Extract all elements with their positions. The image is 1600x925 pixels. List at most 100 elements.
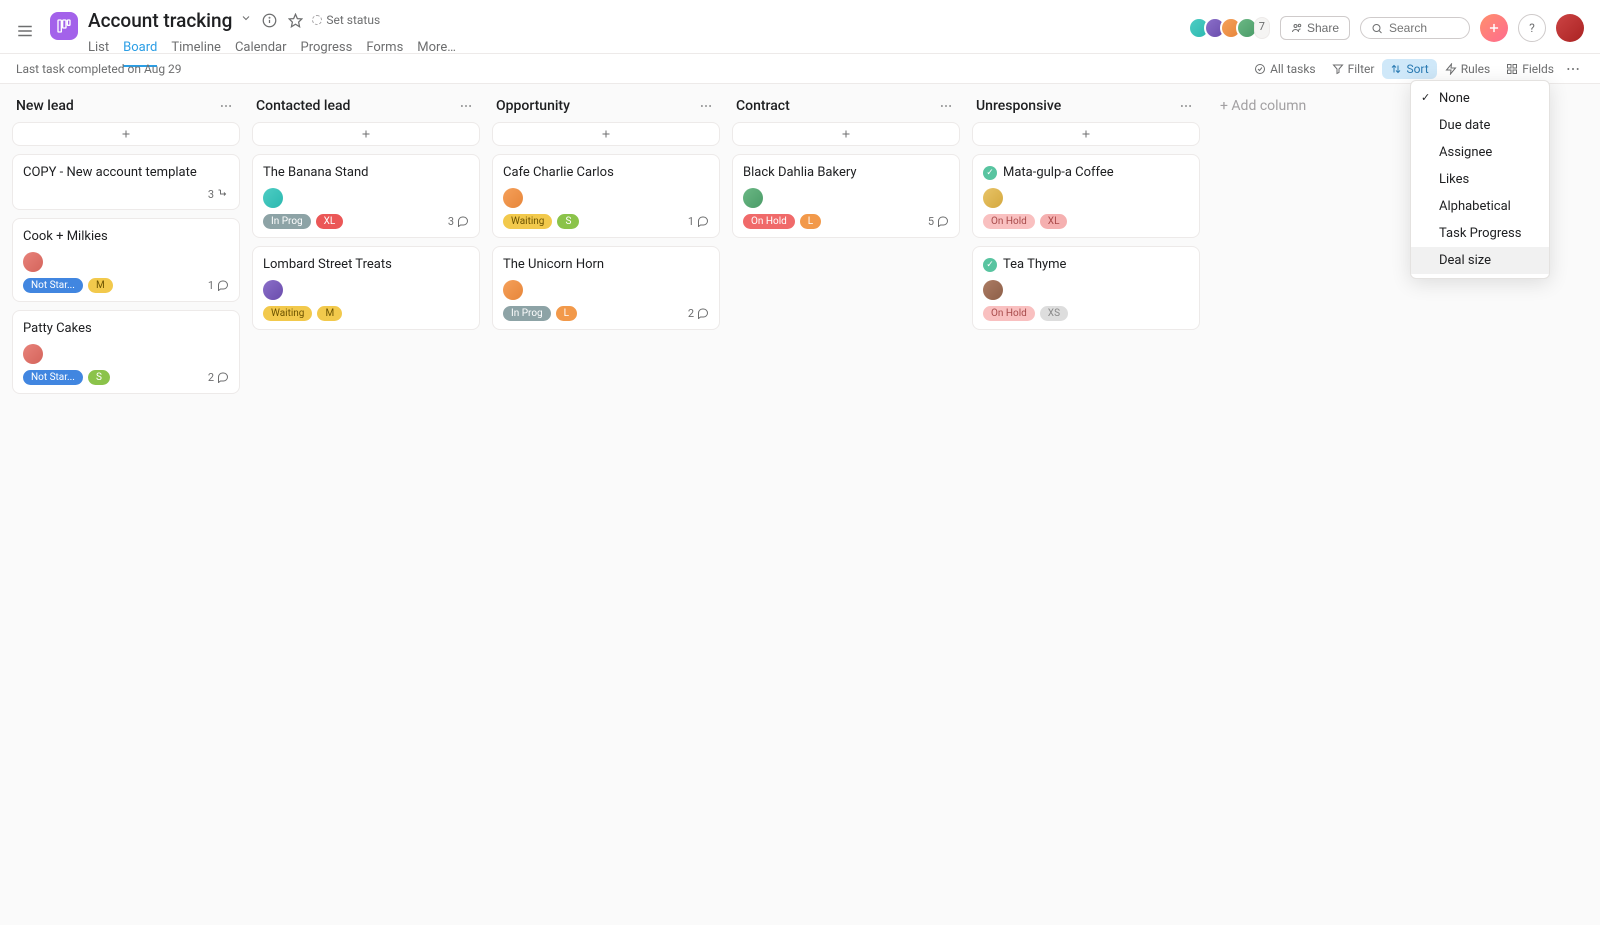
subtask-indicator: 3 [208, 188, 229, 201]
status-pill: Waiting [503, 214, 552, 229]
sort-option[interactable]: Due date [1411, 112, 1549, 139]
set-status-button[interactable]: Set status [312, 13, 380, 27]
card-title: Cafe Charlie Carlos [503, 165, 614, 182]
project-title[interactable]: Account tracking [88, 9, 232, 32]
share-label: Share [1307, 21, 1339, 35]
size-pill: XL [316, 214, 344, 229]
size-pill: XL [1040, 214, 1068, 229]
column-title[interactable]: Contacted lead [256, 98, 350, 114]
status-pill: Waiting [263, 306, 312, 321]
column-more-button[interactable] [456, 99, 476, 113]
share-button[interactable]: Share [1280, 16, 1350, 40]
project-dropdown-button[interactable] [240, 12, 252, 28]
sort-option[interactable]: Assignee [1411, 139, 1549, 166]
size-pill: S [557, 214, 579, 229]
column-more-button[interactable] [936, 99, 956, 113]
sort-option[interactable]: None [1411, 85, 1549, 112]
user-avatar-button[interactable] [1556, 14, 1584, 42]
favorite-button[interactable] [286, 11, 304, 29]
sort-option[interactable]: Deal size [1411, 247, 1549, 274]
filter-label: Filter [1348, 62, 1375, 76]
card-title: Black Dahlia Bakery [743, 165, 857, 182]
done-check-icon: ✓ [983, 258, 997, 272]
project-info-button[interactable] [260, 11, 278, 29]
global-add-button[interactable] [1480, 14, 1508, 42]
task-card[interactable]: The Unicorn HornIn ProgL2 [492, 246, 720, 330]
all-tasks-button[interactable]: All tasks [1246, 59, 1324, 79]
add-card-button[interactable] [492, 122, 720, 146]
assignee-avatar [263, 280, 283, 300]
fields-button[interactable]: Fields [1498, 59, 1562, 79]
card-title: The Unicorn Horn [503, 257, 604, 274]
comment-indicator: 1 [688, 215, 709, 228]
search-input[interactable] [1389, 21, 1459, 35]
star-icon [288, 13, 303, 28]
set-status-label: Set status [326, 13, 380, 27]
task-card[interactable]: Black Dahlia BakeryOn HoldL5 [732, 154, 960, 238]
grid-icon [1506, 63, 1518, 75]
app-header: Account tracking Set status ListBoardTim… [0, 0, 1600, 54]
add-column-button[interactable]: + Add column [1212, 94, 1412, 118]
sort-option[interactable]: Task Progress [1411, 220, 1549, 247]
sort-option[interactable]: Likes [1411, 166, 1549, 193]
menu-toggle-button[interactable] [10, 16, 40, 50]
status-pill: On Hold [983, 306, 1035, 321]
column: Opportunity Cafe Charlie Carlos Waiting S 1… [492, 94, 720, 338]
column-title[interactable]: Opportunity [496, 98, 570, 114]
status-pill: In Prog [263, 214, 311, 229]
column: New lead COPY - New account template3 Co… [12, 94, 240, 402]
tab-more[interactable]: More… [417, 36, 456, 67]
add-card-button[interactable] [12, 122, 240, 146]
column-title[interactable]: New lead [16, 98, 74, 114]
column: Contacted lead The Banana StandIn ProgXL… [252, 94, 480, 338]
column-more-button[interactable] [1176, 99, 1196, 113]
add-card-button[interactable] [732, 122, 960, 146]
task-card[interactable]: ✓Mata-gulp-a CoffeeOn HoldXL [972, 154, 1200, 238]
size-pill: L [556, 306, 577, 321]
hamburger-icon [16, 22, 34, 40]
help-button[interactable]: ? [1518, 14, 1546, 42]
task-card[interactable]: COPY - New account template 3 [12, 154, 240, 210]
task-card[interactable]: ✓Tea ThymeOn HoldXS [972, 246, 1200, 330]
size-pill: XS [1040, 306, 1068, 321]
member-avatars[interactable]: 7 [1188, 17, 1270, 39]
card-title: COPY - New account template [23, 165, 197, 182]
comment-indicator: 5 [928, 215, 949, 228]
task-card[interactable]: Patty CakesNot Star...S2 [12, 310, 240, 394]
task-card[interactable]: Lombard Street TreatsWaitingM [252, 246, 480, 330]
sort-button[interactable]: Sort [1382, 59, 1436, 79]
card-title: Lombard Street Treats [263, 257, 392, 274]
column-title[interactable]: Contract [736, 98, 790, 114]
sort-option[interactable]: Alphabetical [1411, 193, 1549, 220]
assignee-avatar [503, 188, 523, 208]
project-icon[interactable] [50, 12, 78, 40]
column-more-button[interactable] [696, 99, 716, 113]
size-pill: L [800, 214, 821, 229]
tab-calendar[interactable]: Calendar [235, 36, 287, 67]
tab-progress[interactable]: Progress [301, 36, 353, 67]
check-circle-icon [1254, 63, 1266, 75]
task-card[interactable]: Cook + MilkiesNot Star...M1 [12, 218, 240, 302]
status-pill: Not Star... [23, 278, 83, 293]
people-icon [1291, 22, 1303, 34]
filter-button[interactable]: Filter [1324, 59, 1383, 79]
status-pill: On Hold [983, 214, 1035, 229]
column-more-button[interactable] [216, 99, 236, 113]
status-circle-icon [312, 15, 322, 25]
rules-button[interactable]: Rules [1437, 59, 1498, 79]
done-check-icon: ✓ [983, 166, 997, 180]
search-box[interactable] [1360, 17, 1470, 39]
column-title[interactable]: Unresponsive [976, 98, 1061, 114]
assignee-avatar [263, 188, 283, 208]
assignee-avatar [503, 280, 523, 300]
add-card-button[interactable] [972, 122, 1200, 146]
sort-label: Sort [1406, 62, 1428, 76]
add-card-button[interactable] [252, 122, 480, 146]
tab-forms[interactable]: Forms [366, 36, 403, 67]
size-pill: M [88, 278, 113, 293]
sort-dropdown: NoneDue dateAssigneeLikesAlphabeticalTas… [1410, 80, 1550, 279]
toolbar-more-button[interactable] [1562, 58, 1584, 80]
task-card[interactable]: The Banana StandIn ProgXL3 [252, 154, 480, 238]
task-card[interactable]: Cafe Charlie Carlos Waiting S 1 [492, 154, 720, 238]
column: Contract Black Dahlia BakeryOn HoldL5 [732, 94, 960, 246]
